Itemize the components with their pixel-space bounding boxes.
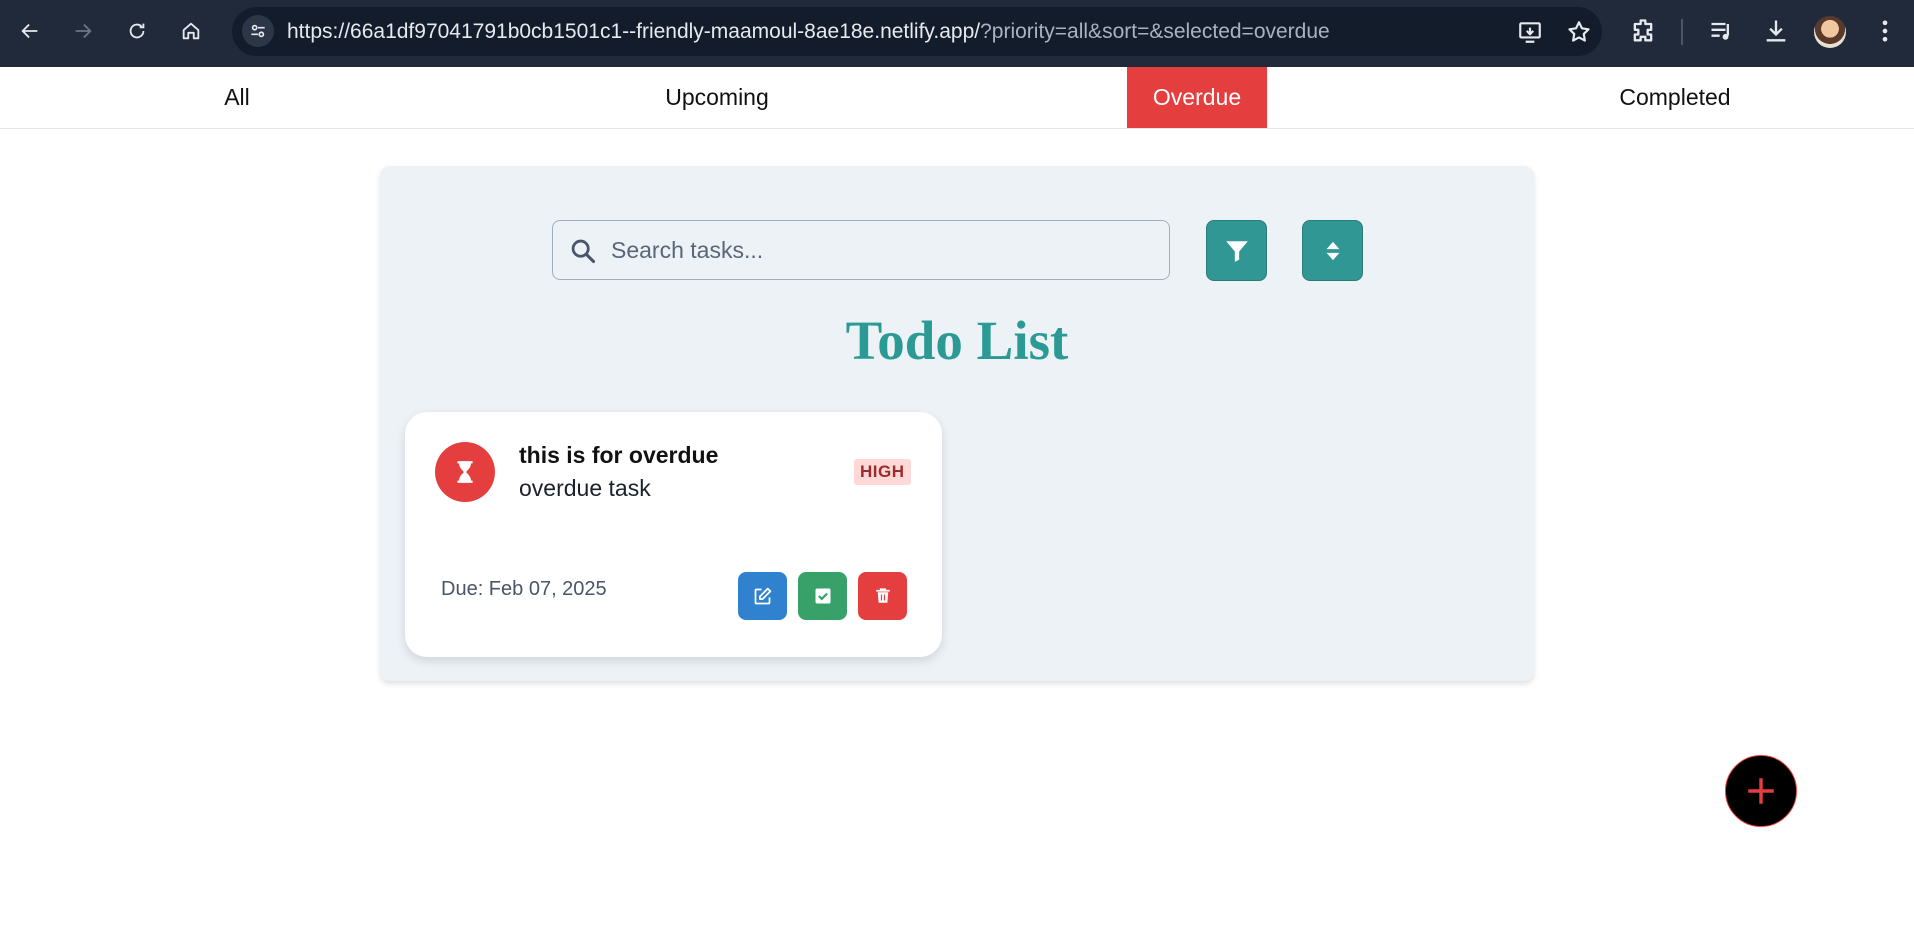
download-icon[interactable]	[1762, 17, 1790, 45]
status-tabs: All Upcoming Overdue Completed	[0, 67, 1914, 129]
sort-button[interactable]	[1302, 220, 1363, 281]
media-control-icon[interactable]	[1708, 17, 1736, 45]
task-title: this is for overdue	[519, 442, 719, 468]
edit-button[interactable]	[738, 572, 787, 620]
trash-icon	[875, 588, 890, 603]
add-task-button[interactable]	[1725, 755, 1797, 827]
extensions-icon[interactable]	[1629, 17, 1657, 45]
status-indicator	[435, 442, 495, 502]
site-info-icon[interactable]	[242, 15, 274, 47]
due-date: Due: Feb 07, 2025	[441, 578, 607, 600]
page-title: Todo List	[845, 310, 1069, 371]
reload-icon	[129, 23, 145, 39]
reload-button[interactable]	[120, 14, 154, 48]
search-input[interactable]	[611, 221, 1151, 279]
complete-button[interactable]	[798, 572, 847, 620]
filter-icon	[1225, 240, 1248, 262]
priority-badge: HIGH	[854, 459, 911, 485]
url-main: https://66a1df97041791b0cb1501c1--friend…	[287, 20, 981, 43]
forward-button[interactable]	[66, 14, 100, 48]
filter-button[interactable]	[1206, 220, 1267, 281]
task-description: overdue task	[519, 475, 651, 501]
profile-avatar[interactable]	[1814, 16, 1846, 48]
home-button[interactable]	[174, 14, 208, 48]
url-text[interactable]: https://66a1df97041791b0cb1501c1--friend…	[287, 20, 1330, 44]
toolbar-divider	[1681, 19, 1683, 45]
kebab-menu-icon[interactable]	[1871, 17, 1899, 45]
tab-overdue[interactable]: Overdue	[1127, 67, 1267, 128]
arrow-right-icon	[75, 23, 92, 39]
sort-icon	[1326, 241, 1339, 260]
plus-icon	[1748, 778, 1774, 804]
arrow-left-icon	[21, 23, 38, 39]
search-box[interactable]	[552, 220, 1170, 280]
hourglass-icon	[457, 461, 473, 483]
install-app-icon[interactable]	[1517, 19, 1543, 45]
todo-panel: Todo List this is for overdue overdue ta…	[380, 166, 1534, 681]
tab-all[interactable]: All	[140, 67, 334, 128]
browser-toolbar: https://66a1df97041791b0cb1501c1--friend…	[0, 0, 1914, 67]
url-query: ?priority=all&sort=&selected=overdue	[980, 20, 1330, 43]
address-bar[interactable]: https://66a1df97041791b0cb1501c1--friend…	[232, 7, 1602, 56]
tab-completed[interactable]: Completed	[1577, 67, 1773, 128]
back-button[interactable]	[13, 14, 47, 48]
search-icon	[571, 239, 596, 264]
home-icon	[182, 22, 200, 40]
task-card: this is for overdue overdue task HIGH Du…	[405, 412, 942, 657]
delete-button[interactable]	[858, 572, 907, 620]
edit-icon	[754, 587, 772, 604]
checkbox-icon	[815, 588, 830, 604]
tab-upcoming[interactable]: Upcoming	[619, 67, 815, 128]
bookmark-star-icon[interactable]	[1566, 19, 1592, 45]
